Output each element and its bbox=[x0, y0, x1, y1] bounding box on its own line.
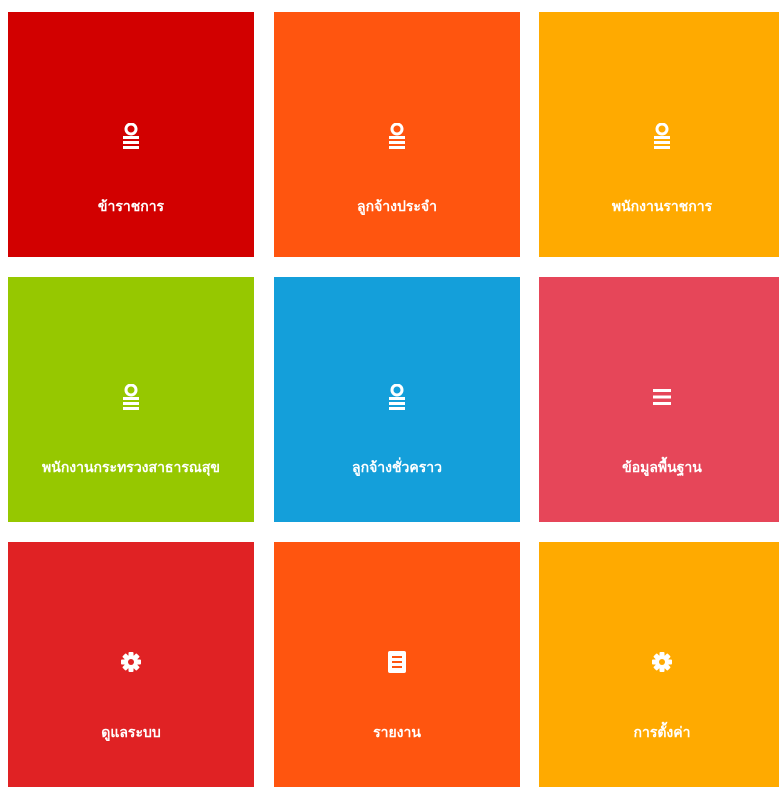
tile-ministry-employee[interactable]: พนักงานกระทรวงสาธารณสุข bbox=[8, 277, 254, 522]
tile-basic-data[interactable]: ข้อมูลพื้นฐาน bbox=[539, 277, 779, 522]
tile-label: พนักงานราชการ bbox=[611, 199, 713, 215]
tile-system-admin[interactable]: ดูแลระบบ bbox=[8, 542, 254, 787]
tile-civil-servant[interactable]: ข้าราชการ bbox=[8, 12, 254, 257]
user-list-icon bbox=[274, 116, 520, 156]
tile-label: ลูกจ้างประจำ bbox=[357, 199, 437, 215]
tile-government-employee[interactable]: พนักงานราชการ bbox=[539, 12, 779, 257]
user-list-icon bbox=[8, 116, 254, 156]
tile-reports[interactable]: รายงาน bbox=[274, 542, 520, 787]
tile-label: ข้อมูลพื้นฐาน bbox=[622, 460, 702, 476]
gear-icon bbox=[8, 642, 254, 682]
user-list-icon bbox=[8, 377, 254, 417]
document-icon bbox=[274, 642, 520, 682]
tile-label: ดูแลระบบ bbox=[101, 725, 161, 741]
tile-label: ลูกจ้างชั่วคราว bbox=[352, 460, 442, 476]
user-list-icon bbox=[539, 116, 779, 156]
tile-settings[interactable]: การตั้งค่า bbox=[539, 542, 779, 787]
user-list-icon bbox=[274, 377, 520, 417]
tile-temporary-employee[interactable]: ลูกจ้างชั่วคราว bbox=[274, 277, 520, 522]
tile-label: ข้าราชการ bbox=[97, 199, 165, 215]
tile-permanent-employee[interactable]: ลูกจ้างประจำ bbox=[274, 12, 520, 257]
tile-label: การตั้งค่า bbox=[633, 725, 691, 741]
list-icon bbox=[539, 377, 779, 417]
tile-label: รายงาน bbox=[373, 725, 421, 741]
tile-label: พนักงานกระทรวงสาธารณสุข bbox=[42, 460, 220, 476]
gear-icon bbox=[539, 642, 779, 682]
